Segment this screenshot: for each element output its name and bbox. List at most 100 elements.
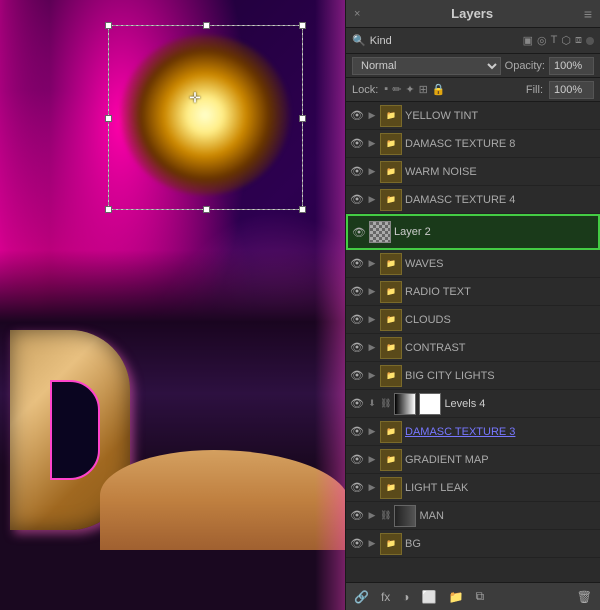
layer-thumbnail: 📁 (380, 449, 402, 471)
layer-name[interactable]: BIG CITY LIGHTS (405, 370, 596, 382)
lock-move-icon[interactable]: ✦ (405, 83, 414, 96)
delete-layer-icon[interactable]: 🗑 (575, 588, 594, 606)
layer-item-selected[interactable]: 👁 Layer 2 (346, 214, 600, 250)
new-fill-adjustment-icon[interactable]: ◑ (400, 588, 411, 606)
expand-arrow-icon[interactable]: ▶ (367, 342, 377, 353)
eye-visibility-icon[interactable]: 👁 (350, 397, 364, 410)
layer-item[interactable]: 👁 ▶ 📁 YELLOW TINT (346, 102, 600, 130)
blend-mode-select[interactable]: Normal (352, 57, 501, 75)
eye-visibility-icon[interactable]: 👁 (350, 137, 364, 150)
filter-text-icon[interactable]: T (551, 34, 558, 47)
handle-bottom-left[interactable] (105, 206, 112, 213)
layer-name[interactable]: DAMASC TEXTURE 8 (405, 138, 596, 150)
expand-arrow-icon[interactable]: ▶ (367, 482, 377, 493)
expand-arrow-icon[interactable]: ▶ (367, 194, 377, 205)
eye-visibility-icon[interactable]: 👁 (350, 425, 364, 438)
expand-arrow-icon[interactable]: ▶ (367, 426, 377, 437)
lock-transparency-icon[interactable]: ▪ (384, 83, 388, 96)
layer-name[interactable]: WARM NOISE (405, 166, 596, 178)
eye-visibility-icon[interactable]: 👁 (350, 369, 364, 382)
handle-top-center[interactable] (203, 22, 210, 29)
layer-name[interactable]: MAN (419, 510, 596, 522)
handle-middle-right[interactable] (299, 115, 306, 122)
eye-visibility-icon[interactable]: 👁 (352, 226, 366, 239)
layer-name[interactable]: CLOUDS (405, 314, 596, 326)
layer-item[interactable]: 👁 ▶ 📁 DAMASC TEXTURE 8 (346, 130, 600, 158)
layer-item[interactable]: 👁 ▶ 📁 BIG CITY LIGHTS (346, 362, 600, 390)
expand-arrow-icon[interactable]: ▶ (367, 538, 377, 549)
layer-item[interactable]: 👁 ⬇ ⛓ Levels 4 (346, 390, 600, 418)
expand-arrow-icon[interactable]: ▶ (367, 138, 377, 149)
layer-item[interactable]: 👁 ▶ 📁 WARM NOISE (346, 158, 600, 186)
expand-arrow-icon[interactable]: ▶ (367, 510, 377, 521)
eye-visibility-icon[interactable]: 👁 (350, 481, 364, 494)
opacity-input[interactable] (549, 57, 594, 75)
layer-item[interactable]: 👁 ▶ 📁 DAMASC TEXTURE 3 (346, 418, 600, 446)
layer-name[interactable]: BG (405, 538, 596, 550)
expand-arrow-icon[interactable]: ⬇ (367, 398, 377, 409)
layer-name[interactable]: DAMASC TEXTURE 3 (405, 426, 596, 438)
layer-name[interactable]: WAVES (405, 258, 596, 270)
layer-item[interactable]: 👁 ▶ 📁 RADIO TEXT (346, 278, 600, 306)
eye-visibility-icon[interactable]: 👁 (350, 285, 364, 298)
eye-visibility-icon[interactable]: 👁 (350, 109, 364, 122)
handle-top-right[interactable] (299, 22, 306, 29)
layer-item[interactable]: 👁 ▶ 📁 GRADIENT MAP (346, 446, 600, 474)
lock-all-icon[interactable]: 🔒 (432, 83, 446, 96)
filter-shape-icon[interactable]: ⬡ (561, 34, 571, 47)
layer-item[interactable]: 👁 ▶ ⛓ MAN (346, 502, 600, 530)
layer-name[interactable]: Levels 4 (444, 398, 596, 410)
eye-visibility-icon[interactable]: 👁 (350, 453, 364, 466)
canvas-area: ✛ (0, 0, 345, 610)
layer-name[interactable]: CONTRAST (405, 342, 596, 354)
levels-mask-thumbnail (419, 393, 441, 415)
layer-name[interactable]: Layer 2 (394, 226, 594, 238)
filter-smart-icon[interactable]: ⧈ (575, 34, 582, 47)
layer-item[interactable]: 👁 ▶ 📁 WAVES (346, 250, 600, 278)
handle-top-left[interactable] (105, 22, 112, 29)
layers-list[interactable]: 👁 ▶ 📁 YELLOW TINT 👁 ▶ 📁 DAMASC TEXTURE 8… (346, 102, 600, 582)
handle-middle-left[interactable] (105, 115, 112, 122)
eye-visibility-icon[interactable]: 👁 (350, 257, 364, 270)
layer-name[interactable]: RADIO TEXT (405, 286, 596, 298)
layer-item[interactable]: 👁 ▶ 📁 BG (346, 530, 600, 558)
layer-name[interactable]: YELLOW TINT (405, 110, 596, 122)
selection-box[interactable] (108, 25, 303, 210)
expand-arrow-icon[interactable]: ▶ (367, 110, 377, 121)
layer-name[interactable]: DAMASC TEXTURE 4 (405, 194, 596, 206)
expand-arrow-icon[interactable]: ▶ (367, 258, 377, 269)
fill-input[interactable] (549, 81, 594, 99)
expand-arrow-icon[interactable]: ▶ (367, 370, 377, 381)
new-layer-icon[interactable]: ⧉ (473, 587, 486, 606)
expand-arrow-icon[interactable]: ▶ (367, 166, 377, 177)
handle-bottom-right[interactable] (299, 206, 306, 213)
expand-arrow-icon[interactable]: ▶ (367, 314, 377, 325)
panel-menu-icon[interactable]: ≡ (584, 6, 592, 22)
link-layers-icon[interactable]: 🔗 (352, 588, 371, 606)
layer-mask-icon[interactable]: ⬜ (420, 588, 439, 606)
lock-artboard-icon[interactable]: ⊞ (419, 83, 428, 96)
layer-item[interactable]: 👁 ▶ 📁 CLOUDS (346, 306, 600, 334)
lock-paint-icon[interactable]: ✏ (392, 83, 401, 96)
eye-visibility-icon[interactable]: 👁 (350, 193, 364, 206)
layer-name[interactable]: LIGHT LEAK (405, 482, 596, 494)
search-kind-dropdown[interactable]: Kind (370, 35, 519, 47)
new-group-icon[interactable]: 📁 (447, 588, 466, 606)
layer-item[interactable]: 👁 ▶ 📁 DAMASC TEXTURE 4 (346, 186, 600, 214)
expand-arrow-icon[interactable]: ▶ (367, 454, 377, 465)
eye-visibility-icon[interactable]: 👁 (350, 537, 364, 550)
layer-item[interactable]: 👁 ▶ 📁 LIGHT LEAK (346, 474, 600, 502)
layer-item[interactable]: 👁 ▶ 📁 CONTRAST (346, 334, 600, 362)
eye-visibility-icon[interactable]: 👁 (350, 341, 364, 354)
filter-adjust-icon[interactable]: ◎ (537, 34, 547, 47)
layer-name[interactable]: GRADIENT MAP (405, 454, 596, 466)
eye-visibility-icon[interactable]: 👁 (350, 313, 364, 326)
panel-close-button[interactable]: × (354, 8, 360, 20)
handle-bottom-center[interactable] (203, 206, 210, 213)
expand-arrow-icon[interactable]: ▶ (367, 286, 377, 297)
layer-thumbnail: 📁 (380, 365, 402, 387)
eye-visibility-icon[interactable]: 👁 (350, 165, 364, 178)
filter-pixel-icon[interactable]: ▣ (523, 34, 533, 47)
eye-visibility-icon[interactable]: 👁 (350, 509, 364, 522)
fx-button[interactable]: fx (379, 588, 392, 606)
